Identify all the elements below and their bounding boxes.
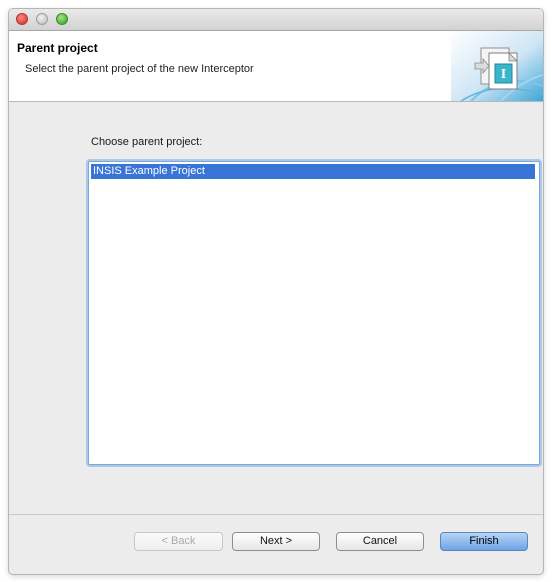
wizard-header: Parent project Select the parent project… bbox=[9, 31, 543, 102]
page-description: Select the parent project of the new Int… bbox=[25, 63, 254, 75]
zoom-window-button[interactable] bbox=[56, 13, 68, 25]
wizard-content: Choose parent project: INSIS Example Pro… bbox=[9, 102, 543, 514]
footer-divider bbox=[9, 514, 543, 515]
title-bar[interactable] bbox=[9, 9, 543, 31]
wizard-window: Parent project Select the parent project… bbox=[8, 8, 544, 575]
choose-parent-project-label: Choose parent project: bbox=[91, 136, 203, 148]
interceptor-wizard-icon: I bbox=[451, 31, 543, 101]
page-title: Parent project bbox=[17, 41, 98, 55]
close-window-button[interactable] bbox=[16, 13, 28, 25]
next-button[interactable]: Next > bbox=[232, 532, 320, 551]
parent-project-list[interactable]: INSIS Example Project bbox=[88, 161, 540, 465]
back-button[interactable]: < Back bbox=[134, 532, 223, 551]
minimize-window-button[interactable] bbox=[36, 13, 48, 25]
svg-text:I: I bbox=[501, 67, 506, 82]
finish-button[interactable]: Finish bbox=[440, 532, 528, 551]
list-item[interactable]: INSIS Example Project bbox=[91, 164, 535, 179]
cancel-button[interactable]: Cancel bbox=[336, 532, 424, 551]
